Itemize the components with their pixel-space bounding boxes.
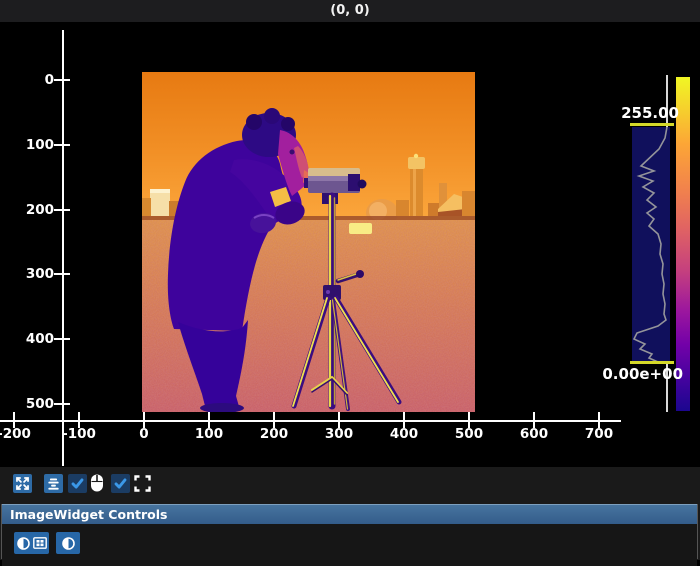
y-axis-line <box>62 30 64 466</box>
image-viewer-window: { "window": { "title": "(0, 0)" }, "plot… <box>0 0 700 560</box>
cameraman-image <box>142 72 475 412</box>
x-tick-label: -200 <box>0 426 44 442</box>
x-tick-label: 100 <box>179 426 239 442</box>
histogram-lut-widget[interactable] <box>598 72 700 444</box>
x-tick-label: 400 <box>374 426 434 442</box>
film-strip-icon <box>33 537 47 549</box>
x-tick-label: 0 <box>114 426 174 442</box>
x-tick-label: 500 <box>439 426 499 442</box>
center-lines-icon <box>46 476 61 491</box>
min-level-handle[interactable] <box>630 361 674 364</box>
plot-toolbar <box>13 473 152 493</box>
max-level-label: 255.00 <box>621 104 679 122</box>
y-tick-label: 200 <box>0 202 54 218</box>
expand-arrows-icon <box>15 476 30 491</box>
mouse-pan-checkbox[interactable] <box>68 474 87 493</box>
cursor-position-title: (0, 0) <box>0 0 700 22</box>
y-tick-mark <box>54 144 70 146</box>
corner-brackets-icon <box>134 475 151 492</box>
x-tick-label: 600 <box>504 426 564 442</box>
y-tick-label: 300 <box>0 266 54 282</box>
center-view-button[interactable] <box>44 474 63 493</box>
y-tick-label: 100 <box>0 137 54 153</box>
x-tick-label: -100 <box>49 426 109 442</box>
mouse-zoom-checkbox[interactable] <box>111 474 130 493</box>
plot-canvas[interactable]: 255.00 0.00e+00 -200 -100 0 100 200 300 400 500… <box>0 22 700 467</box>
y-tick-label: 400 <box>0 331 54 347</box>
x-tick-label: 300 <box>309 426 369 442</box>
controls-header: ImageWidget Controls <box>2 504 697 524</box>
contrast-circle-icon <box>17 537 30 550</box>
imagewidget-controls-panel: ImageWidget Controls <box>1 504 698 559</box>
y-tick-label: 0 <box>0 72 54 88</box>
y-tick-mark <box>54 79 70 81</box>
bounds-icon <box>133 473 152 493</box>
mouse-icon <box>87 473 106 493</box>
y-tick-label: 500 <box>0 396 54 412</box>
colorbar-gradient[interactable] <box>676 77 690 411</box>
checkmark-icon <box>112 475 129 492</box>
contrast-bias-all-layers-button[interactable] <box>14 532 49 554</box>
checkmark-icon <box>69 475 86 492</box>
contrast-bias-button[interactable] <box>56 532 80 554</box>
titlebar: (0, 0) <box>0 0 700 23</box>
min-level-label: 0.00e+00 <box>602 365 683 383</box>
x-tick-label: 200 <box>244 426 304 442</box>
y-tick-mark <box>54 403 70 405</box>
x-tick-label: 700 <box>569 426 629 442</box>
reset-zoom-button[interactable] <box>13 474 32 493</box>
max-level-handle[interactable] <box>630 123 674 126</box>
contrast-circle-icon <box>62 537 75 550</box>
footer-panel: ImageWidget Controls <box>0 467 700 560</box>
y-tick-mark <box>54 338 70 340</box>
x-axis-line <box>0 420 621 422</box>
y-tick-mark <box>54 273 70 275</box>
y-tick-mark <box>54 209 70 211</box>
